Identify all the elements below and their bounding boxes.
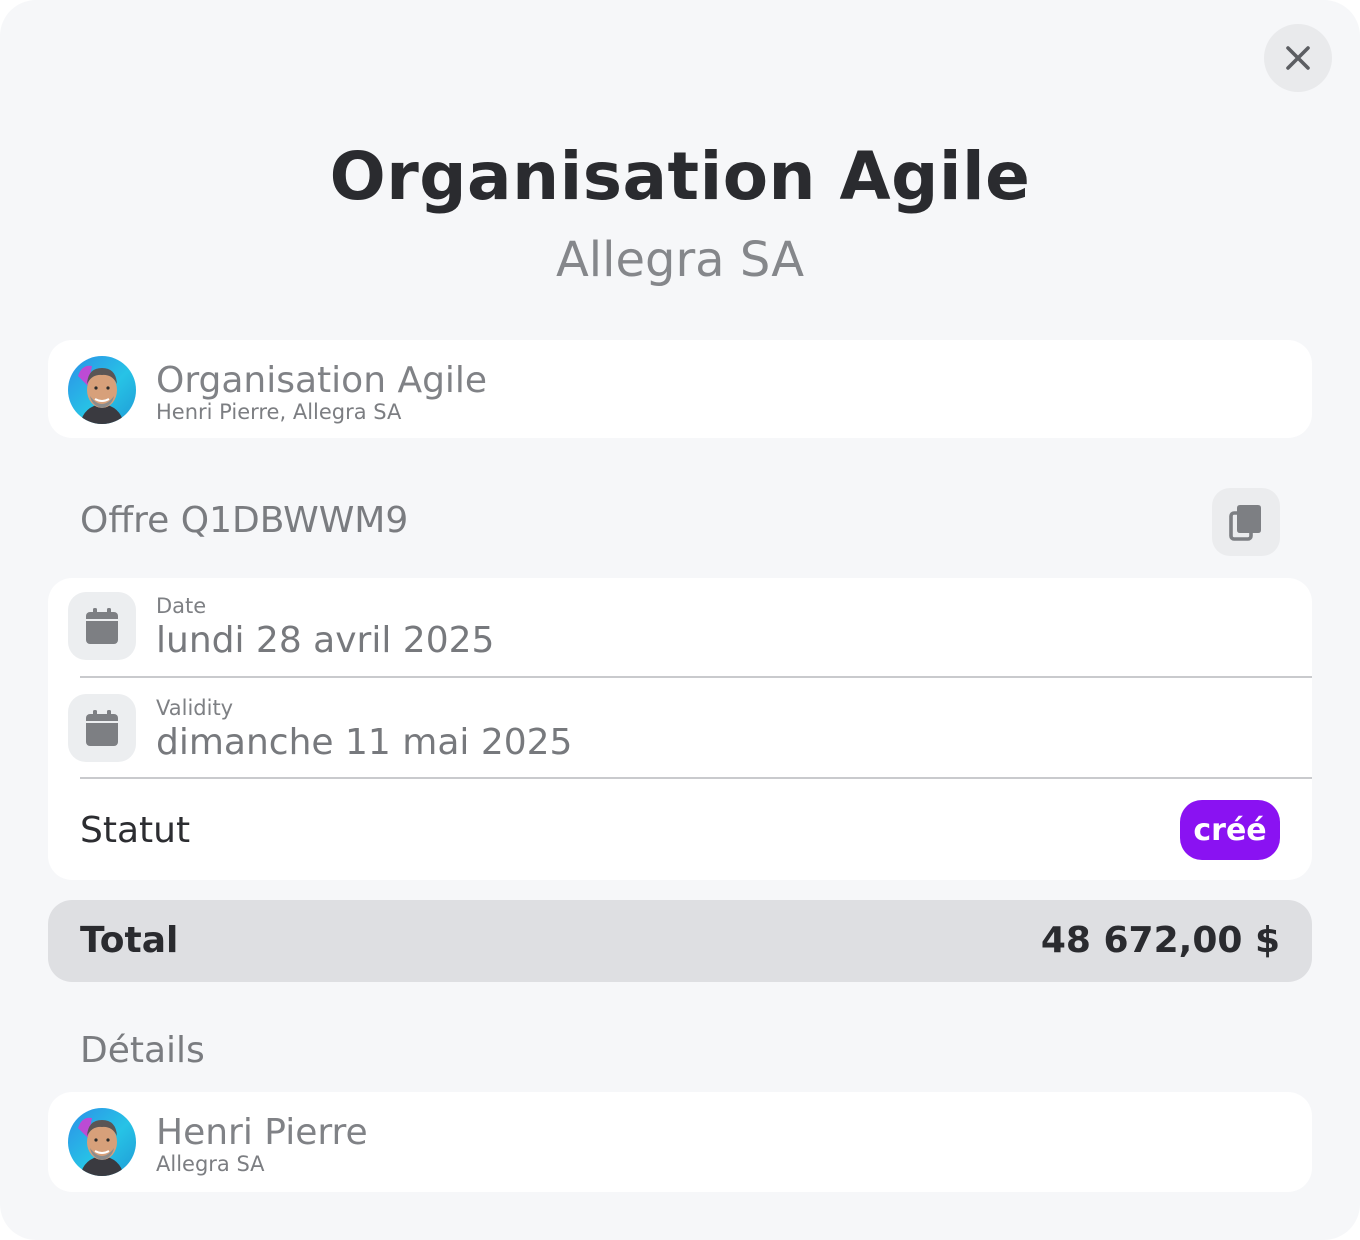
validity-label: Validity <box>156 696 234 720</box>
page-subtitle: Allegra SA <box>555 232 805 288</box>
close-icon <box>1286 46 1310 70</box>
copy-icon <box>1229 505 1261 541</box>
date-icon-box <box>68 592 136 660</box>
calendar-icon <box>86 608 118 644</box>
validity-row: Validity dimanche 11 mai 2025 <box>48 680 1312 782</box>
offer-number: Offre Q1DBWWM9 <box>80 500 409 541</box>
details-contact-subtitle: Allegra SA <box>156 1152 265 1176</box>
total-bar: Total 48 672,00 $ <box>48 900 1312 982</box>
date-label: Date <box>156 594 207 618</box>
avatar <box>68 356 136 424</box>
details-title: Détails <box>80 1030 205 1071</box>
copy-button[interactable] <box>1212 488 1280 556</box>
validity-icon-box <box>68 694 136 762</box>
total-label: Total <box>80 920 179 961</box>
contact-card[interactable]: Organisation Agile Henri Pierre, Allegra… <box>48 340 1312 438</box>
divider <box>80 676 1312 678</box>
divider <box>80 777 1312 779</box>
offer-modal: Organisation Agile Allegra SA Organisati… <box>0 0 1360 1240</box>
avatar <box>68 1108 136 1176</box>
contact-name: Organisation Agile <box>156 360 488 401</box>
date-value: lundi 28 avril 2025 <box>156 620 495 661</box>
contact-subtitle: Henri Pierre, Allegra SA <box>156 400 402 424</box>
total-value: 48 672,00 $ <box>1040 920 1280 961</box>
close-button[interactable] <box>1264 24 1332 92</box>
status-badge: créé <box>1180 800 1280 860</box>
status-label: Statut <box>80 810 191 851</box>
validity-value: dimanche 11 mai 2025 <box>156 722 573 763</box>
details-contact-card[interactable]: Henri Pierre Allegra SA <box>48 1092 1312 1192</box>
page-title: Organisation Agile <box>329 138 1031 215</box>
date-row: Date lundi 28 avril 2025 <box>48 578 1312 680</box>
offer-info-card: Date lundi 28 avril 2025 Validity dimanc… <box>48 578 1312 880</box>
details-contact-name: Henri Pierre <box>156 1112 368 1153</box>
calendar-icon <box>86 710 118 746</box>
